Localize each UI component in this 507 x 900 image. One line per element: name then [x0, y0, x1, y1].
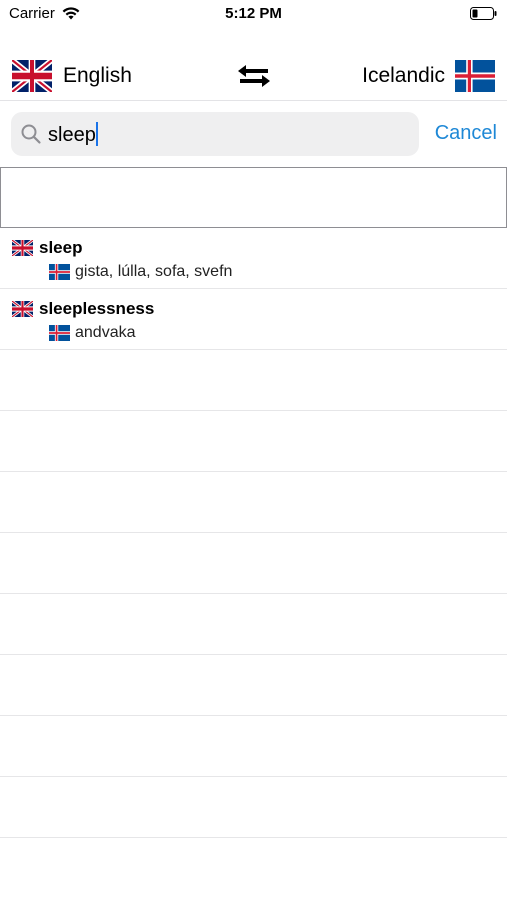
empty-row: [0, 533, 507, 594]
language-bar: English Icelandic: [0, 52, 507, 101]
empty-panel: [0, 167, 507, 228]
result-row[interactable]: sleeplessness andvaka: [0, 289, 507, 350]
empty-row: [0, 350, 507, 411]
search-input[interactable]: sleep: [11, 112, 419, 156]
source-language-label[interactable]: English: [63, 64, 132, 88]
text-caret: [95, 122, 98, 146]
swap-languages-icon[interactable]: [234, 62, 274, 90]
search-bar: sleep Cancel: [0, 101, 507, 167]
uk-flag-icon: [12, 240, 33, 256]
battery-icon: [470, 7, 497, 20]
result-word: sleeplessness: [39, 299, 155, 318]
empty-row: [0, 411, 507, 472]
empty-row: [0, 594, 507, 655]
result-word: sleep: [39, 238, 83, 257]
result-row[interactable]: sleep gista, lúlla, sofa, svefn: [0, 228, 507, 289]
search-input-text[interactable]: sleep: [48, 122, 98, 147]
empty-row: [0, 472, 507, 533]
empty-row: [0, 716, 507, 777]
result-translation: andvaka: [75, 324, 136, 341]
iceland-flag-icon[interactable]: [455, 60, 495, 92]
search-icon: [21, 124, 41, 144]
uk-flag-icon[interactable]: [12, 60, 52, 92]
target-language-label[interactable]: Icelandic: [362, 64, 445, 88]
results-list: sleep gista, lúlla, sofa, svefn sleeples…: [0, 228, 507, 838]
empty-row: [0, 777, 507, 838]
uk-flag-icon: [12, 301, 33, 317]
empty-row: [0, 655, 507, 716]
result-translation: gista, lúlla, sofa, svefn: [75, 263, 233, 280]
cancel-button[interactable]: Cancel: [435, 122, 497, 145]
clock: 5:12 PM: [225, 5, 282, 22]
status-bar: Carrier 5:12 PM: [0, 0, 507, 28]
iceland-flag-icon: [49, 264, 70, 280]
iceland-flag-icon: [49, 325, 70, 341]
